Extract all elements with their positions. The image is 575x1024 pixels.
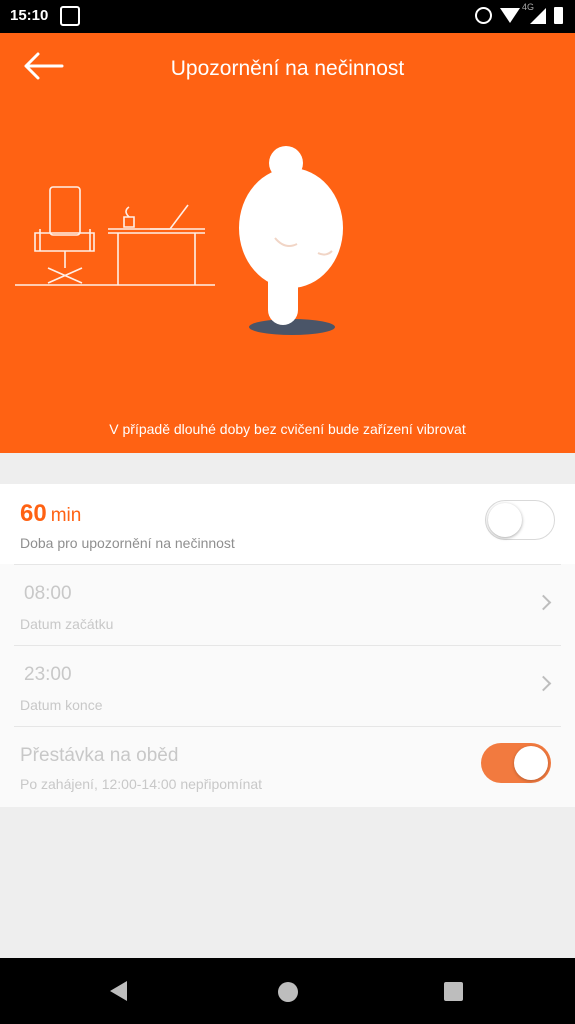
inactivity-duration-row[interactable]: 60 min Doba pro upozornění na nečinnost [0,484,575,565]
wifi-icon [500,7,520,23]
toggle-knob [488,503,522,537]
inactivity-description: V případě dlouhé doby bez cvičení bude z… [109,421,466,437]
duration-number: 60 [20,500,47,527]
end-time-row[interactable]: 23:00 Datum konce [0,646,575,727]
lunch-break-row[interactable]: Přestávka na oběd Po zahájení, 12:00-14:… [0,727,575,807]
page-title: Upozornění na nečinnost [170,57,405,80]
lunch-break-title: Přestávka na oběd [20,745,179,766]
nav-recents-icon[interactable] [444,982,463,1001]
status-bar: 15:10 4G [0,0,575,33]
end-time-value: 23:00 [24,664,72,685]
chevron-right-icon[interactable] [535,675,552,692]
status-icons: 4G [475,2,563,24]
nav-home-icon[interactable] [278,982,298,1002]
header-banner: Upozornění na nečinnost V případě dlouhé… [0,33,575,453]
inactivity-duration-value: 60 min [20,500,81,528]
alarm-icon [475,6,492,24]
duration-unit: min [50,505,82,526]
nav-back-icon[interactable] [110,981,127,1001]
chevron-right-icon[interactable] [535,594,552,611]
signal-icon: 4G [522,2,546,24]
start-time-row[interactable]: 08:00 Datum začátku [0,565,575,646]
walking-figure [239,146,343,325]
battery-icon [554,6,563,24]
settings-list: 60 min Doba pro upozornění na nečinnost 0… [0,484,575,807]
inactivity-duration-label: Doba pro upozornění na nečinnost [20,535,235,551]
lunch-break-label: Po zahájení, 12:00-14:00 nepřipomínat [20,776,263,792]
start-time-value: 08:00 [24,583,72,604]
navigation-bar [0,958,575,1024]
office-line-art [15,186,215,286]
start-time-label: Datum začátku [20,616,114,632]
status-time: 15:10 [10,7,49,24]
end-time-label: Datum konce [20,697,103,713]
inactivity-alert-toggle[interactable] [485,500,555,540]
inactivity-illustration [15,146,343,335]
lunch-break-toggle[interactable] [481,743,551,783]
app-notification-icon [60,6,80,26]
toggle-knob [514,746,548,780]
